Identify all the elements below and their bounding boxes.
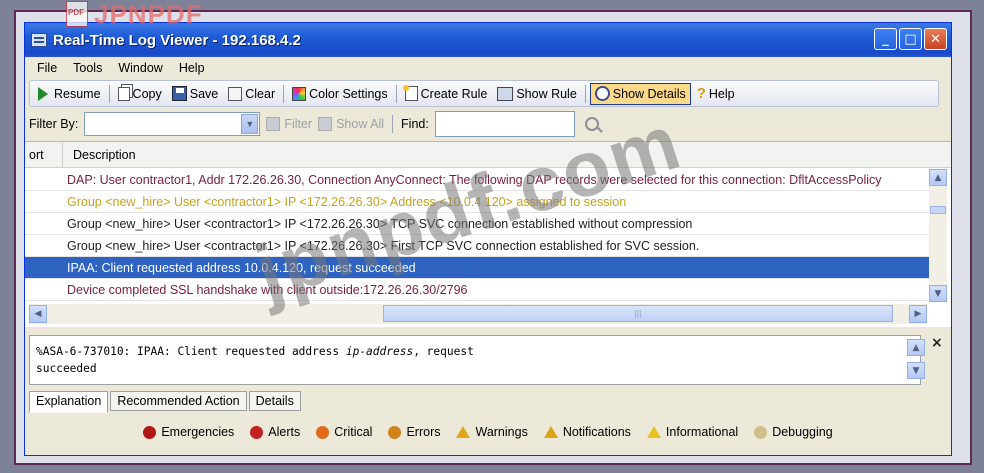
tab-explanation[interactable]: Explanation xyxy=(29,391,109,413)
explanation-line-2: succeeded xyxy=(36,362,97,375)
table-rows: DAP: User contractor1, Addr 172.26.26.30… xyxy=(25,169,929,301)
scroll-down-icon[interactable]: ▼ xyxy=(907,362,925,379)
close-button[interactable]: ✕ xyxy=(924,28,947,50)
legend-critical: Critical xyxy=(316,425,372,439)
chevron-down-icon[interactable]: ▼ xyxy=(241,114,259,134)
clear-button[interactable]: Clear xyxy=(224,83,279,105)
floppy-disk-icon xyxy=(171,86,187,101)
vertical-scrollbar[interactable]: ▲ ▼ xyxy=(929,169,947,302)
find-label: Find: xyxy=(401,117,429,131)
menu-bar: File Tools Window Help xyxy=(25,57,951,79)
warnings-icon xyxy=(456,426,471,438)
menu-help[interactable]: Help xyxy=(173,59,211,77)
table-row-selected[interactable]: IPAA: Client requested address 10.0.4.12… xyxy=(25,257,929,279)
column-header-description[interactable]: Description xyxy=(63,148,136,162)
table-row[interactable]: Group <new_hire> User <contractor1> IP <… xyxy=(25,235,929,257)
alerts-icon xyxy=(250,425,264,439)
legend-errors: Errors xyxy=(388,425,440,439)
scroll-up-icon[interactable]: ▲ xyxy=(929,169,947,186)
filter-separator xyxy=(392,115,394,133)
horizontal-scrollbar[interactable]: ◀ ||| ▶ xyxy=(29,304,927,324)
informational-icon xyxy=(646,426,661,438)
scroll-thumb[interactable] xyxy=(930,206,946,214)
watermark-logo: PDF JPNPDF xyxy=(66,0,203,29)
copy-icon xyxy=(117,86,130,101)
debugging-icon xyxy=(754,425,768,439)
filter-by-select[interactable]: ▼ xyxy=(84,112,261,136)
window-title: Real-Time Log Viewer - 192.168.4.2 xyxy=(53,31,301,49)
legend-emergencies: Emergencies xyxy=(143,425,234,439)
search-icon[interactable] xyxy=(584,117,599,131)
show-rule-icon xyxy=(497,86,514,101)
legend-warnings: Warnings xyxy=(456,425,528,439)
scroll-thumb-horizontal[interactable]: ||| xyxy=(383,305,893,322)
log-viewer-window: Real-Time Log Viewer - 192.168.4.2 _ □ ✕… xyxy=(24,22,952,456)
resume-button[interactable]: Resume xyxy=(34,83,105,105)
severity-legend: Emergencies Alerts Critical Errors Warni… xyxy=(25,421,951,443)
table-row[interactable]: Group <new_hire> User <contractor1> IP <… xyxy=(25,191,929,213)
menu-tools[interactable]: Tools xyxy=(67,59,108,77)
pdf-icon: PDF xyxy=(66,1,88,27)
close-details-icon[interactable]: × xyxy=(931,335,943,351)
copy-button[interactable]: Copy xyxy=(114,83,166,105)
scroll-up-icon[interactable]: ▲ xyxy=(907,339,925,356)
legend-notifications: Notifications xyxy=(543,425,631,439)
legend-debugging: Debugging xyxy=(754,425,833,439)
toolbar-separator xyxy=(108,84,110,103)
log-table: ort Description DAP: User contractor1, A… xyxy=(25,141,951,327)
color-palette-icon xyxy=(292,86,307,101)
legend-informational: Informational xyxy=(646,425,738,439)
create-rule-icon xyxy=(402,85,418,101)
scroll-down-icon[interactable]: ▼ xyxy=(929,285,947,302)
details-icon xyxy=(594,86,610,101)
tab-details[interactable]: Details xyxy=(248,391,301,411)
toolbar-separator xyxy=(584,84,586,103)
errors-icon xyxy=(388,425,402,439)
critical-icon xyxy=(316,425,330,439)
app-icon xyxy=(31,33,47,47)
show-details-button[interactable]: Show Details xyxy=(589,82,691,105)
help-icon: ? xyxy=(696,85,706,102)
watermark-logo-text: JPNPDF xyxy=(94,0,203,29)
color-settings-button[interactable]: Color Settings xyxy=(288,83,392,105)
show-all-button[interactable]: Show All xyxy=(318,117,384,131)
toolbar: Resume Copy Save Clear Color Settings Cr… xyxy=(29,80,939,107)
table-row[interactable]: DAP: User contractor1, Addr 172.26.26.30… xyxy=(25,169,929,191)
tab-recommended-action[interactable]: Recommended Action xyxy=(110,391,247,411)
details-tabs: Explanation Recommended Action Details xyxy=(29,391,303,413)
show-rule-button[interactable]: Show Rule xyxy=(493,83,580,105)
show-all-icon xyxy=(318,117,333,131)
notifications-icon xyxy=(543,426,558,438)
play-icon xyxy=(38,86,48,101)
legend-alerts: Alerts xyxy=(250,425,300,439)
minimize-button[interactable]: _ xyxy=(874,28,897,50)
explanation-panel: %ASA-6-737010: IPAA: Client requested ad… xyxy=(29,335,921,385)
clear-icon xyxy=(228,86,243,101)
help-button[interactable]: ? Help xyxy=(693,83,739,105)
maximize-button[interactable]: □ xyxy=(899,28,922,50)
toolbar-separator xyxy=(283,84,285,103)
window-controls: _ □ ✕ xyxy=(874,28,947,50)
save-button[interactable]: Save xyxy=(168,83,223,105)
table-header: ort Description xyxy=(25,142,951,168)
menu-file[interactable]: File xyxy=(31,59,63,77)
scroll-left-icon[interactable]: ◀ xyxy=(29,305,47,323)
emergencies-icon xyxy=(143,425,157,439)
filter-icon xyxy=(266,117,281,131)
filter-bar: Filter By: ▼ Filter Show All Find: xyxy=(25,109,951,139)
find-input[interactable] xyxy=(434,111,575,137)
table-row[interactable]: Device completed SSL handshake with clie… xyxy=(25,279,929,301)
details-scrollbar[interactable]: ▲ ▼ xyxy=(907,339,925,381)
table-row[interactable]: Group <new_hire> User <contractor1> IP <… xyxy=(25,213,929,235)
explanation-line-1: %ASA-6-737010: IPAA: Client requested ad… xyxy=(36,345,474,358)
create-rule-button[interactable]: Create Rule xyxy=(401,83,492,105)
menu-window[interactable]: Window xyxy=(112,59,168,77)
filter-by-label: Filter By: xyxy=(29,117,79,131)
filter-button[interactable]: Filter xyxy=(266,117,312,131)
column-header-port[interactable]: ort xyxy=(25,142,63,167)
scroll-right-icon[interactable]: ▶ xyxy=(909,305,927,323)
toolbar-separator xyxy=(395,84,397,103)
